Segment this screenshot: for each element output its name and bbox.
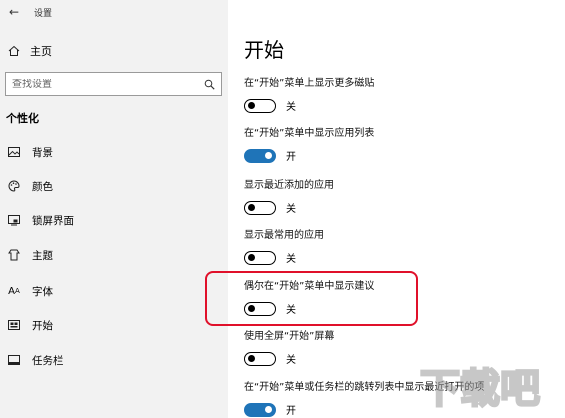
toggle-switch[interactable]: [244, 98, 276, 113]
watermark-logo: 下载吧: [418, 356, 558, 414]
font-icon: AA: [8, 285, 20, 297]
lock-screen-icon: [8, 214, 20, 226]
setting-description: 在“开始”菜单上显示更多磁贴: [244, 78, 375, 89]
toggle-state: 关: [286, 254, 296, 265]
setting-description: 在“开始”菜单中显示应用列表: [244, 128, 375, 139]
sidebar-item-home[interactable]: 主页: [0, 38, 228, 64]
page-title: 开始: [244, 38, 284, 62]
setting-description: 显示最常用的应用: [244, 230, 324, 241]
toggle-knob: [248, 203, 255, 211]
taskbar-icon: [8, 354, 20, 366]
setting-recently-added: 显示最近添加的应用 关: [244, 179, 554, 215]
toggle-knob: [248, 354, 255, 362]
title-bar: ← 设置: [0, 0, 228, 24]
toggle-state: 关: [286, 204, 296, 215]
toggle-switch[interactable]: [244, 351, 276, 366]
search-icon[interactable]: [203, 78, 215, 90]
start-icon: [8, 319, 20, 331]
sidebar-item-label: 背景: [32, 146, 53, 159]
image-icon: [8, 146, 20, 158]
sidebar-item-label: 主题: [32, 249, 53, 262]
toggle-switch[interactable]: [244, 402, 276, 417]
sidebar-item-colors[interactable]: 颜色: [0, 174, 228, 198]
sidebar: ← 设置 主页 个性化 背景 颜色 锁屏界面: [0, 0, 228, 418]
setting-show-more-tiles: 在“开始”菜单上显示更多磁贴 关: [244, 77, 554, 113]
sidebar-item-label: 颜色: [32, 180, 53, 193]
sidebar-item-fonts[interactable]: AA 字体: [0, 279, 228, 303]
toggle-state: 开: [286, 152, 296, 163]
sidebar-item-label: 锁屏界面: [32, 214, 74, 227]
sidebar-item-taskbar[interactable]: 任务栏: [0, 348, 228, 372]
toggle-knob: [248, 101, 255, 109]
window-title: 设置: [34, 8, 53, 19]
setting-description: 使用全屏“开始”屏幕: [244, 331, 335, 342]
sidebar-item-background[interactable]: 背景: [0, 140, 228, 164]
setting-show-app-list: 在“开始”菜单中显示应用列表 开: [244, 127, 554, 163]
toggle-knob: [265, 405, 272, 413]
sidebar-item-label: 开始: [32, 319, 53, 332]
toggle-switch[interactable]: [244, 250, 276, 265]
sidebar-item-label: 主页: [30, 45, 52, 58]
section-title: 个性化: [6, 112, 39, 125]
setting-most-used: 显示最常用的应用 关: [244, 229, 554, 265]
search-input[interactable]: [12, 78, 192, 90]
toggle-switch[interactable]: [244, 200, 276, 215]
back-button[interactable]: ←: [0, 0, 28, 24]
sidebar-item-label: 任务栏: [32, 354, 64, 367]
toggle-knob: [248, 253, 255, 261]
theme-icon: [8, 249, 20, 261]
search-box[interactable]: [5, 72, 222, 96]
home-icon: [8, 45, 20, 57]
setting-description: 显示最近添加的应用: [244, 180, 334, 191]
toggle-state: 关: [286, 355, 296, 366]
toggle-state: 开: [286, 406, 296, 417]
watermark-text: 下载吧: [420, 366, 540, 412]
sidebar-item-themes[interactable]: 主题: [0, 243, 228, 267]
sidebar-item-lock-screen[interactable]: 锁屏界面: [0, 208, 228, 232]
back-arrow-icon: ←: [8, 5, 20, 19]
sidebar-item-label: 字体: [32, 285, 53, 298]
toggle-state: 关: [286, 102, 296, 113]
highlight-box: [205, 271, 418, 326]
sidebar-item-start[interactable]: 开始: [0, 313, 228, 337]
palette-icon: [8, 180, 20, 192]
toggle-knob: [265, 151, 272, 159]
toggle-switch[interactable]: [244, 148, 276, 163]
